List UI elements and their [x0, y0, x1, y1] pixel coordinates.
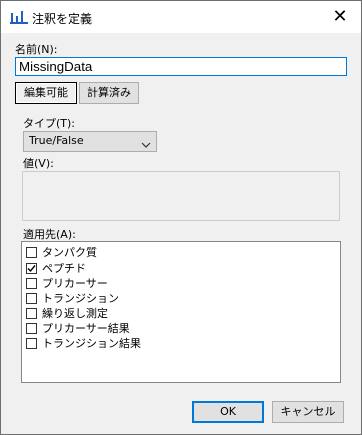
- list-item-label: プリカーサー結果: [42, 322, 130, 335]
- type-select[interactable]: True/False: [23, 131, 157, 152]
- checkbox-checked[interactable]: [26, 263, 37, 274]
- value-label: 値(V):: [23, 157, 54, 170]
- applies-to-list[interactable]: タンパク質 ペプチド プリカーサー トランジション 繰り返し測定 プリカーサー結…: [21, 241, 341, 383]
- tab-calculated[interactable]: 計算済み: [79, 82, 139, 104]
- type-label: タイプ(T):: [23, 117, 76, 130]
- list-item-label: トランジション: [42, 292, 119, 305]
- define-annotation-dialog: 注釈を定義 ✕ 名前(N): 編集可能 計算済み タイプ(T): True/Fa…: [0, 0, 362, 435]
- list-item-label: タンパク質: [42, 246, 97, 259]
- checkbox[interactable]: [26, 293, 37, 304]
- type-selected-value: True/False: [29, 134, 84, 147]
- close-icon[interactable]: ✕: [325, 7, 355, 27]
- checkbox[interactable]: [26, 247, 37, 258]
- tab-editable[interactable]: 編集可能: [15, 82, 77, 104]
- list-item-label: 繰り返し測定: [42, 307, 108, 320]
- applies-to-label: 適用先(A):: [23, 228, 76, 241]
- checkbox[interactable]: [26, 323, 37, 334]
- checkmark-icon: [27, 265, 36, 273]
- ok-button[interactable]: OK: [192, 401, 264, 423]
- name-input[interactable]: [15, 57, 347, 76]
- title-bar: 注釈を定義 ✕: [1, 1, 361, 33]
- chevron-down-icon: [141, 137, 151, 148]
- list-item-label: トランジション結果: [42, 337, 141, 350]
- value-field: [22, 171, 340, 221]
- window-title: 注釈を定義: [32, 12, 93, 26]
- checkbox[interactable]: [26, 308, 37, 319]
- name-label: 名前(N):: [15, 43, 58, 56]
- list-item-label: ペプチド: [42, 262, 86, 275]
- checkbox[interactable]: [26, 278, 37, 289]
- checkbox[interactable]: [26, 338, 37, 349]
- cancel-button[interactable]: キャンセル: [272, 401, 344, 423]
- app-icon: [10, 10, 28, 24]
- list-item-label: プリカーサー: [42, 277, 108, 290]
